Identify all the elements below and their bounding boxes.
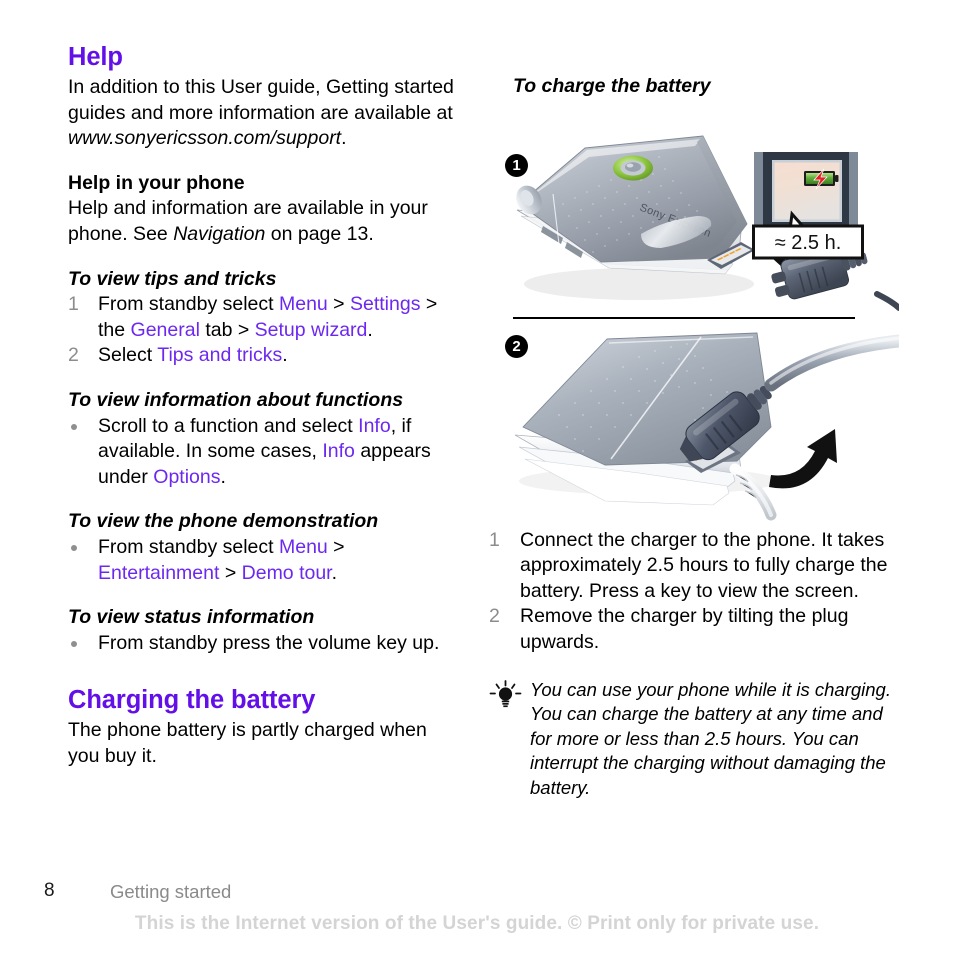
menu-path-link[interactable]: Settings: [350, 293, 420, 315]
intro-text-before: In addition to this User guide, Getting …: [68, 76, 454, 124]
procedure-title-information-about-functions: To view information about functions: [68, 389, 404, 412]
page-footer: 8 Getting started This is the Internet v…: [0, 880, 954, 940]
step-text: >: [327, 535, 345, 558]
step-text: >: [327, 293, 350, 316]
list-item: From standby select Menu > Entertainment…: [68, 535, 458, 586]
list-item-text: Scroll to a function and select Info, if…: [98, 415, 431, 488]
step-text: .: [331, 561, 338, 584]
procedure-title-phone-demonstration: To view the phone demonstration: [68, 510, 379, 533]
list-item: 2 Select Tips and tricks.: [68, 343, 458, 369]
menu-path-link[interactable]: Demo tour: [242, 562, 332, 584]
manual-page: Help In addition to this User guide, Get…: [0, 0, 954, 954]
support-url: www.sonyericsson.com/support: [68, 127, 342, 150]
page-title-help: Help: [68, 43, 123, 71]
battery-charging-icon: [804, 168, 839, 189]
list-item-text: From standby select Menu > Entertainment…: [98, 536, 345, 584]
footer-page-number: 8: [44, 880, 55, 901]
procedure-bullets-information-about-functions: Scroll to a function and select Info, if…: [68, 414, 458, 491]
step-number: 2: [68, 344, 79, 367]
intro-paragraph: In addition to this User guide, Getting …: [68, 75, 458, 152]
list-item: 1 From standby select Menu > Settings > t…: [68, 292, 458, 343]
procedure-title-tips-and-tricks: To view tips and tricks: [68, 267, 277, 290]
list-item-text: Remove the charger by tilting the plug u…: [520, 605, 849, 653]
tip-text: You can use your phone while it is charg…: [530, 678, 891, 798]
step-text: .: [282, 344, 288, 367]
menu-path-link[interactable]: Menu: [279, 536, 328, 558]
procedure-bullets-phone-demonstration: From standby select Menu > Entertainment…: [68, 535, 458, 586]
menu-path-link[interactable]: Info: [358, 415, 391, 437]
list-item-text: From standby select Menu > Settings > th…: [98, 293, 437, 341]
menu-path-link[interactable]: Info: [322, 440, 355, 462]
menu-path-link[interactable]: Menu: [279, 293, 328, 315]
menu-path-link[interactable]: Tips and tricks: [157, 344, 282, 366]
bullet-marker: [71, 640, 77, 647]
step-number: 2: [489, 605, 500, 628]
subsection-heading-help-in-your-phone: Help in your phone: [68, 171, 245, 194]
screen-callout: ≈ 2.5 h.: [752, 151, 864, 260]
menu-path-link[interactable]: General: [131, 319, 200, 341]
step-number: 1: [489, 528, 500, 551]
figure-connect-charger: 1 Sony ≈ 2.5 h.: [489, 112, 899, 317]
list-item: Scroll to a function and select Info, if…: [68, 414, 458, 491]
callout-duration-label: ≈ 2.5 h.: [775, 232, 842, 254]
step-text: From standby select: [98, 293, 279, 316]
menu-path-link[interactable]: Entertainment: [98, 562, 219, 584]
procedure-steps-charge-the-battery: 1 Connect the charger to the phone. It ta…: [489, 528, 899, 656]
list-item: 1 Connect the charger to the phone. It ta…: [489, 528, 899, 605]
step-text: .: [367, 318, 373, 341]
subsection-text-part2: on page 13.: [265, 223, 374, 246]
list-item-text: Connect the charger to the phone. It tak…: [520, 528, 888, 602]
left-column: Help In addition to this User guide, Get…: [68, 42, 458, 770]
menu-path-link[interactable]: Setup wizard: [255, 319, 368, 341]
procedure-steps-tips-and-tricks: 1 From standby select Menu > Settings > t…: [68, 292, 458, 369]
procedure-bullets-status-information: From standby press the volume key up.: [68, 631, 458, 657]
page-title-charging-the-battery: Charging the battery: [68, 686, 316, 715]
step-text: Select: [98, 344, 158, 367]
charge-instructions: 1 Connect the charger to the phone. It ta…: [489, 528, 899, 656]
step-text: .: [220, 465, 226, 488]
step-text: Scroll to a function and select: [98, 414, 359, 437]
lightbulb-icon: [489, 679, 522, 707]
bullet-marker: [71, 544, 77, 551]
step-number: 1: [68, 293, 79, 316]
figure-divider: [513, 316, 855, 319]
step-badge-2: 2: [505, 334, 528, 358]
plug-removal-illustration: [514, 332, 899, 521]
footer-watermark: This is the Internet version of the User…: [134, 913, 820, 934]
list-item-text: From standby press the volume key up.: [98, 632, 439, 654]
charging-paragraph: The phone battery is partly charged when…: [68, 719, 427, 768]
step-text: tab >: [199, 318, 255, 341]
tip-note: You can use your phone while it is charg…: [489, 678, 899, 801]
footer-chapter-name: Getting started: [110, 881, 232, 902]
step-text: >: [219, 561, 242, 584]
subsection-paragraph: Help and information are available in yo…: [68, 196, 458, 247]
bullet-marker: [71, 423, 77, 430]
curved-arrow-up-icon: [769, 428, 837, 489]
menu-path-link[interactable]: Options: [153, 466, 220, 488]
procedure-title-status-information: To view status information: [68, 606, 315, 629]
step-text: From standby select: [98, 535, 279, 558]
figure-remove-charger: 2: [489, 316, 899, 522]
list-item: 2 Remove the charger by tilting the plug …: [489, 604, 899, 655]
intro-text-after: .: [341, 127, 347, 150]
right-column: To charge the battery 1 Sony ≈ 2.5 h. 2 …: [489, 74, 899, 800]
list-item-text: Select Tips and tricks.: [98, 344, 288, 366]
procedure-title-charge-the-battery: To charge the battery: [513, 75, 711, 97]
navigation-reference: Navigation: [173, 223, 266, 246]
step-badge-1: 1: [505, 153, 528, 177]
list-item: From standby press the volume key up.: [68, 631, 458, 657]
step-text: From standby press the volume key up.: [98, 631, 440, 654]
